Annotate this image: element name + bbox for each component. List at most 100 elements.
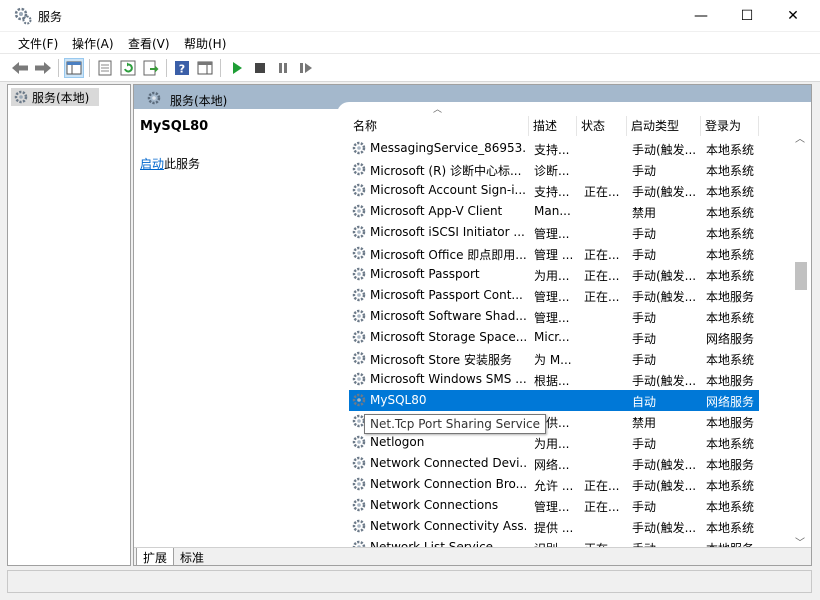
table-row[interactable]: Microsoft Store 安装服务 为 M... 手动 本地系统 — [349, 348, 759, 369]
service-name: MessagingService_86953... — [370, 141, 526, 155]
scroll-up-icon[interactable]: ︿ — [795, 130, 805, 145]
service-log-on-as: 本地系统 — [706, 521, 755, 535]
menu-bar: 文件(F) 操作(A) 查看(V) 帮助(H) — [0, 32, 820, 54]
restart-icon — [300, 63, 312, 73]
gear-icon — [351, 476, 367, 492]
pane-header-title: 服务(本地) — [170, 94, 228, 108]
table-row[interactable]: Microsoft Account Sign-i... 支持... 正在... 手动(… — [349, 180, 759, 201]
maximize-button[interactable]: ☐ — [724, 0, 770, 31]
table-row[interactable]: Microsoft Passport Cont... 管理... 正在... 手动(触… — [349, 285, 759, 306]
window-title: 服务 — [38, 10, 63, 24]
tab-standard[interactable]: 标准 — [174, 548, 210, 566]
table-row[interactable]: Network Connected Devi... 网络... 手动(触发... 本地… — [349, 453, 759, 474]
table-row[interactable]: Microsoft App-V Client Man... 禁用 本地系统 — [349, 201, 759, 222]
service-log-on-as: 网络服务 — [706, 332, 755, 346]
gear-icon — [351, 497, 367, 513]
show-console-tree-button[interactable] — [64, 58, 84, 78]
service-name: Microsoft Passport Cont... — [370, 288, 523, 302]
gear-icon — [147, 91, 161, 105]
show-hide-action-pane-button[interactable] — [195, 58, 215, 78]
table-row[interactable]: MessagingService_86953... 支持... 手动(触发... 本地… — [349, 138, 759, 159]
services-gear-icon — [14, 7, 32, 25]
export-list-button[interactable] — [141, 58, 161, 78]
service-startup-type: 手动(触发... — [632, 521, 697, 535]
service-description: 支持... — [534, 143, 570, 157]
table-row[interactable]: Microsoft Software Shad... 管理... 手动 本地系统 — [349, 306, 759, 327]
help-button[interactable]: ? — [172, 58, 192, 78]
service-startup-type: 手动 — [632, 248, 657, 262]
gear-icon — [351, 140, 367, 156]
service-startup-type: 禁用 — [632, 416, 657, 430]
service-name: Network List Service — [370, 540, 494, 547]
table-row[interactable]: Network Connectivity Ass... 提供 ... 手动(触发..… — [349, 516, 759, 537]
service-name: MySQL80 — [370, 393, 427, 407]
service-description: 识别... — [534, 540, 574, 547]
service-log-on-as: 本地服务 — [706, 540, 758, 547]
table-row[interactable]: Microsoft iSCSI Initiator ... 管理... 手动 本地系统 — [349, 222, 759, 243]
help-icon: ? — [175, 61, 189, 76]
play-icon — [233, 62, 242, 74]
service-name: Microsoft Office 即点即用... — [370, 248, 526, 262]
console-tree: 服务(本地) — [7, 84, 131, 566]
toolbar: ? — [0, 54, 820, 82]
service-description: 支持... — [534, 185, 570, 199]
service-description: 为用... — [534, 269, 570, 283]
services-pane: 服务(本地) MySQL80 启动此服务 ︿ 名称 描述 状态 启动类型 登录为… — [133, 84, 812, 566]
scroll-down-icon[interactable]: ﹀ — [795, 534, 805, 547]
service-name: Microsoft Store 安装服务 — [370, 353, 512, 367]
service-startup-type: 手动 — [632, 437, 657, 451]
minimize-button[interactable]: — — [678, 0, 724, 31]
service-description: 网络... — [534, 458, 570, 472]
table-row[interactable]: Network Connections 管理... 正在... 手动 本地系统 — [349, 495, 759, 516]
table-row[interactable]: Microsoft Office 即点即用... 管理 ... 正在... 手动 本地系… — [349, 243, 759, 264]
close-button[interactable]: ✕ — [770, 0, 816, 31]
forward-button[interactable] — [33, 58, 53, 78]
menu-view[interactable]: 查看(V) — [128, 35, 170, 52]
tab-extended[interactable]: 扩展 — [136, 548, 175, 566]
column-header-name[interactable]: 名称 — [349, 116, 529, 136]
service-description: 管理... — [534, 311, 570, 325]
start-service-link[interactable]: 启动 — [140, 157, 164, 171]
column-header-status[interactable]: 状态 — [577, 116, 627, 136]
vertical-scrollbar[interactable]: ︿ ﹀ — [791, 102, 811, 547]
gear-icon — [351, 371, 367, 387]
table-row[interactable]: Microsoft (R) 诊断中心标... 诊断... 手动 本地系统 — [349, 159, 759, 180]
properties-button[interactable] — [95, 58, 115, 78]
start-service-suffix: 此服务 — [164, 157, 201, 171]
tree-item-services-local[interactable]: 服务(本地) — [11, 88, 99, 106]
gear-icon — [351, 161, 367, 177]
table-row-selected[interactable]: MySQL80 自动 网络服务 — [349, 390, 759, 411]
column-header-startup-type[interactable]: 启动类型 — [627, 116, 701, 136]
export-icon — [143, 60, 159, 76]
service-startup-type: 手动(触发... — [632, 185, 697, 199]
restart-service-button[interactable] — [296, 58, 316, 78]
menu-file[interactable]: 文件(F) — [18, 35, 58, 52]
start-service-button[interactable] — [227, 58, 247, 78]
table-row[interactable]: Network List Service 识别... 正在... 手动本地服务 — [349, 537, 759, 547]
menu-help[interactable]: 帮助(H) — [184, 35, 226, 52]
service-name: Network Connection Bro... — [370, 477, 526, 491]
service-log-on-as: 本地系统 — [706, 248, 755, 262]
table-row[interactable]: Microsoft Passport 为用... 正在... 手动(触发... 本地系统 — [349, 264, 759, 285]
gear-icon — [351, 182, 367, 198]
table-row[interactable]: Netlogon 为用... 手动 本地系统 — [349, 432, 759, 453]
column-header-description[interactable]: 描述 — [529, 116, 577, 136]
service-name: Microsoft Passport — [370, 267, 480, 281]
back-button[interactable] — [10, 58, 30, 78]
selected-service-title: MySQL80 — [140, 119, 209, 134]
column-header-log-on-as[interactable]: 登录为 — [701, 116, 759, 136]
menu-action[interactable]: 操作(A) — [72, 35, 114, 52]
gear-icon — [351, 392, 367, 408]
table-row[interactable]: Network Connection Bro... 允许 ... 正在... 手动(触… — [349, 474, 759, 495]
scrollbar-thumb[interactable] — [795, 262, 807, 290]
service-name: Microsoft (R) 诊断中心标... — [370, 164, 522, 178]
refresh-button[interactable] — [118, 58, 138, 78]
stop-service-button[interactable] — [250, 58, 270, 78]
title-bar: 服务 — ☐ ✕ — [0, 0, 820, 32]
service-startup-type: 手动 — [632, 353, 657, 367]
table-row[interactable]: Microsoft Windows SMS ... 根据... 手动(触发... 本地… — [349, 369, 759, 390]
pause-service-button[interactable] — [273, 58, 293, 78]
gear-icon — [351, 245, 367, 261]
table-row[interactable]: Microsoft Storage Space... Micr... 手动 网络服务 — [349, 327, 759, 348]
service-log-on-as: 本地系统 — [706, 164, 755, 178]
